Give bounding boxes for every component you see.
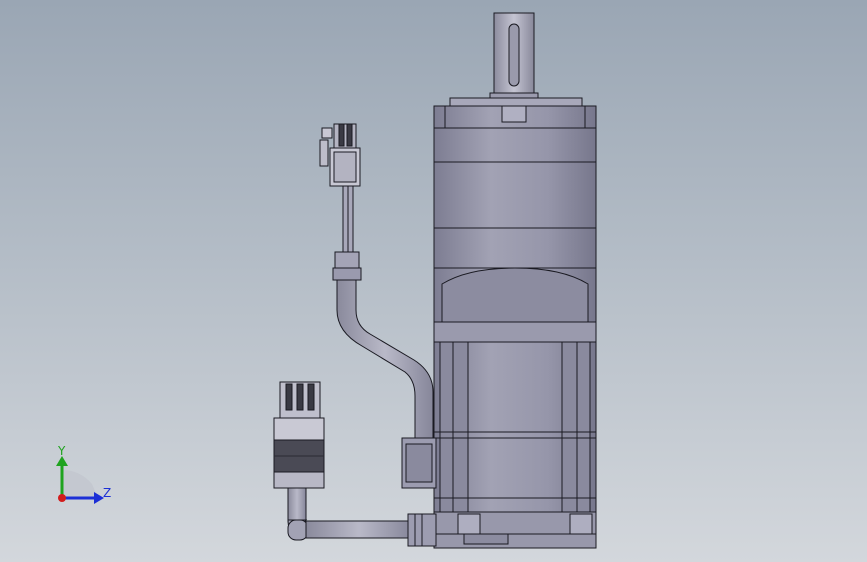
encoder-connector xyxy=(319,123,361,187)
power-connector xyxy=(273,381,325,489)
gearbox-body xyxy=(433,127,597,269)
power-cable xyxy=(287,487,437,547)
motor-adapter xyxy=(433,267,597,323)
triad-plane xyxy=(62,470,98,498)
gearbox-flange xyxy=(433,97,597,129)
motor-end-cap xyxy=(433,511,597,549)
view-triad: Y Z xyxy=(56,444,111,504)
motor-shaft xyxy=(489,12,539,100)
cad-viewport[interactable]: Y Z xyxy=(0,0,867,562)
motor-body xyxy=(433,321,597,513)
cad-scene: Y Z xyxy=(56,12,597,549)
y-axis-label: Y xyxy=(57,444,66,458)
z-axis-label: Z xyxy=(103,486,111,500)
encoder-cable xyxy=(332,185,437,489)
x-axis-origin xyxy=(58,494,66,502)
